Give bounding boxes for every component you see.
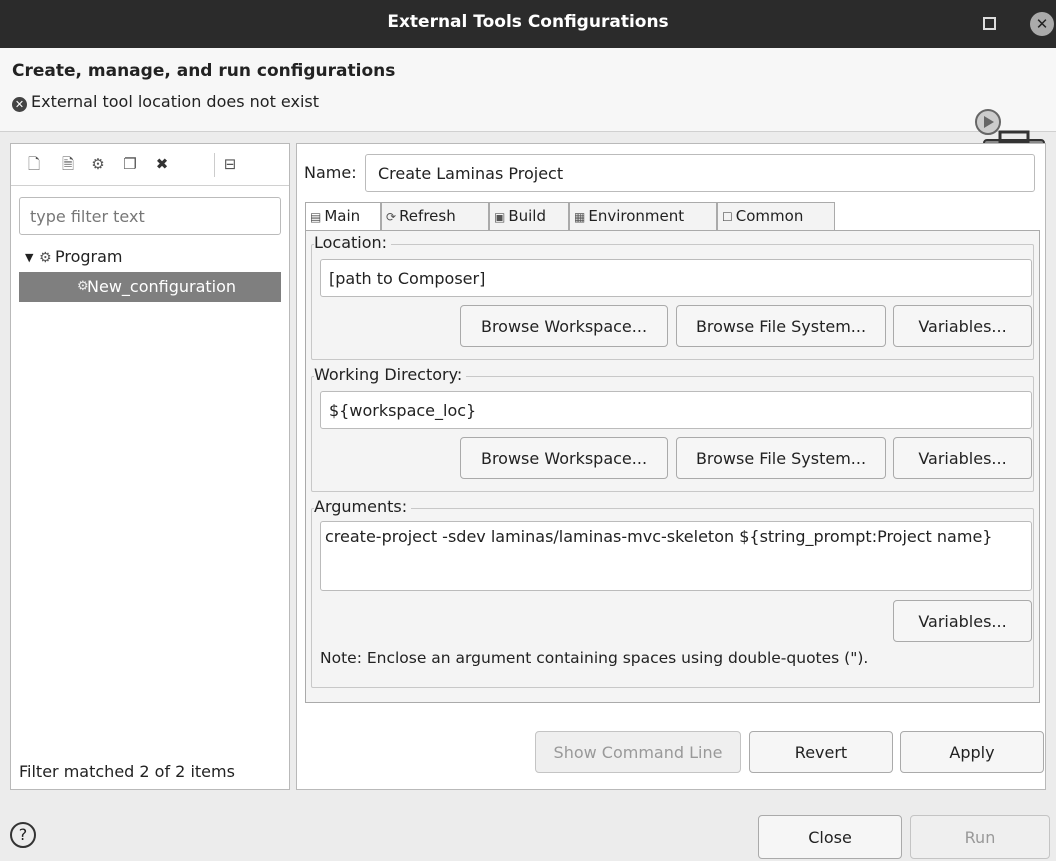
common-icon: ☐	[722, 210, 733, 224]
tree-item-new-configuration[interactable]: ⚙ New_configuration	[19, 272, 281, 302]
delete-icon[interactable]: ✖	[151, 153, 173, 175]
dialog-header: Create, manage, and run configurations ✕…	[0, 48, 1056, 173]
workdir-variables-button[interactable]: Variables...	[893, 437, 1032, 479]
tab-main[interactable]: ▤ Main	[305, 202, 381, 231]
tab-common-label: Common	[735, 207, 804, 225]
window-title: External Tools Configurations	[387, 12, 669, 32]
tab-environment-label: Environment	[588, 207, 685, 225]
working-directory-group: Working Directory: Browse Workspace... B…	[311, 365, 1034, 492]
workdir-browse-workspace-button[interactable]: Browse Workspace...	[460, 437, 668, 479]
tab-environment[interactable]: ▦ Environment	[569, 202, 717, 230]
tree-group-program[interactable]: ▼ ⚙ Program	[25, 247, 123, 269]
error-text: External tool location does not exist	[31, 92, 320, 111]
config-toolbar: 🗋 🗎 ⚙ ❐ ✖ ⊟	[11, 144, 289, 186]
error-message: ✕ External tool location does not exist	[12, 92, 319, 112]
apply-button[interactable]: Apply	[900, 731, 1044, 773]
collapse-all-icon[interactable]: ⊟	[219, 153, 241, 175]
name-field[interactable]	[365, 154, 1035, 192]
arguments-field[interactable]: create-project -sdev laminas/laminas-mvc…	[320, 521, 1032, 591]
error-icon: ✕	[12, 97, 27, 112]
location-browse-fs-button[interactable]: Browse File System...	[676, 305, 886, 347]
new-config-icon[interactable]: 🗋	[23, 153, 45, 175]
working-directory-field[interactable]	[320, 391, 1032, 429]
tab-build[interactable]: ▣ Build	[489, 202, 569, 230]
location-label: Location:	[314, 233, 392, 252]
config-icon: ⚙	[77, 279, 89, 294]
location-variables-button[interactable]: Variables...	[893, 305, 1032, 347]
tab-common[interactable]: ☐ Common	[717, 202, 835, 230]
close-button[interactable]: Close	[758, 815, 902, 859]
arguments-label: Arguments:	[314, 497, 412, 516]
run-button[interactable]: Run	[910, 815, 1050, 859]
location-browse-workspace-button[interactable]: Browse Workspace...	[460, 305, 668, 347]
arguments-group: Arguments: create-project -sdev laminas/…	[311, 497, 1034, 688]
config-editor-panel: Name: ▤Main ⟳Refresh ▣Build ▦Environment…	[296, 143, 1046, 790]
build-icon: ▣	[494, 210, 506, 224]
filter-input[interactable]	[19, 197, 281, 235]
show-command-line-button[interactable]: Show Command Line	[535, 731, 741, 773]
tree-item-label: New_configuration	[87, 277, 237, 296]
arguments-note: Note: Enclose an argument containing spa…	[320, 649, 869, 667]
location-group: Location: Browse Workspace... Browse Fil…	[311, 233, 1034, 360]
working-directory-label: Working Directory:	[314, 365, 467, 384]
refresh-icon: ⟳	[386, 210, 397, 224]
revert-button[interactable]: Revert	[749, 731, 893, 773]
main-tab-icon: ▤	[310, 210, 322, 224]
tab-build-label: Build	[508, 207, 546, 225]
config-list-panel: 🗋 🗎 ⚙ ❐ ✖ ⊟ ▼⚙Program ⚙ New_configuratio…	[10, 143, 290, 790]
close-icon[interactable]: ✕	[1030, 12, 1054, 36]
program-icon: ⚙	[39, 250, 52, 266]
tab-refresh[interactable]: ⟳ Refresh	[381, 202, 489, 230]
new-prototype-icon[interactable]: 🗎	[57, 153, 79, 175]
arguments-variables-button[interactable]: Variables...	[893, 600, 1032, 642]
export-icon[interactable]: ⚙	[87, 153, 109, 175]
toolbar-separator	[214, 153, 215, 177]
location-field[interactable]	[320, 259, 1032, 297]
expand-arrow-icon[interactable]: ▼	[25, 251, 39, 264]
maximize-icon[interactable]	[983, 17, 996, 30]
duplicate-icon[interactable]: ❐	[119, 153, 141, 175]
help-icon[interactable]: ?	[10, 822, 36, 848]
workdir-browse-fs-button[interactable]: Browse File System...	[676, 437, 886, 479]
title-bar: External Tools Configurations ✕	[0, 0, 1056, 48]
name-label: Name:	[304, 163, 357, 182]
tab-main-label: Main	[324, 207, 361, 225]
main-tab-panel: Location: Browse Workspace... Browse Fil…	[305, 230, 1040, 703]
tab-refresh-label: Refresh	[399, 207, 456, 225]
tree-group-label: Program	[55, 247, 123, 266]
environment-icon: ▦	[574, 210, 586, 224]
filter-status: Filter matched 2 of 2 items	[19, 762, 235, 781]
dialog-heading: Create, manage, and run configurations	[12, 61, 396, 81]
